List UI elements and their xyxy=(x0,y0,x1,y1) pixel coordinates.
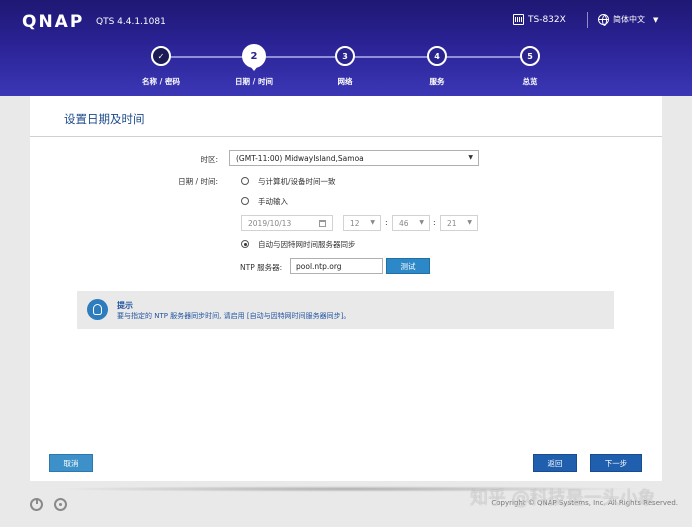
ntp-server-label: NTP 服务器: xyxy=(240,263,283,272)
restart-icon[interactable] xyxy=(54,498,67,511)
top-header: QNAP QTS 4.4.1.1081 TS-832X 简体中文 ▼ ✓ 2 3… xyxy=(0,0,692,96)
title-divider xyxy=(30,136,662,137)
radio-sync-computer[interactable] xyxy=(241,177,249,185)
globe-icon xyxy=(598,14,609,26)
second-value: 21 xyxy=(447,218,457,228)
step-3-circle: 3 xyxy=(335,46,355,66)
step-3-label: 网络 xyxy=(337,77,353,86)
chevron-down-icon: ▼ xyxy=(419,219,424,226)
step-5-circle: 5 xyxy=(520,46,540,66)
chevron-down-icon: ▼ xyxy=(468,154,473,161)
timezone-value: (GMT-11:00) MidwayIsland,Samoa xyxy=(236,153,364,163)
ntp-server-input[interactable]: pool.ntp.org xyxy=(290,258,383,274)
tip-title: 提示 xyxy=(117,301,133,310)
device-model-label: TS-832X xyxy=(528,14,566,25)
tip-text: 要与指定的 NTP 服务器同步时间, 请启用 [自动与因特网时间服务器同步]。 xyxy=(117,312,351,320)
second-select[interactable]: 21 ▼ xyxy=(440,215,478,231)
minute-select[interactable]: 46 ▼ xyxy=(392,215,430,231)
step-1-label: 名称 / 密码 xyxy=(142,77,180,86)
hour-select[interactable]: 12 ▼ xyxy=(343,215,381,231)
device-model: TS-832X xyxy=(513,14,566,25)
watermark: 知乎 @科技是一头小象 xyxy=(470,488,656,509)
chevron-down-icon: ▼ xyxy=(467,219,472,226)
minute-value: 46 xyxy=(399,218,409,228)
radio-manual-label[interactable]: 手动输入 xyxy=(258,196,288,207)
calendar-icon xyxy=(319,220,326,227)
radio-manual[interactable] xyxy=(241,197,249,205)
step-2-label: 日期 / 时间 xyxy=(235,77,273,86)
back-button[interactable]: 返回 xyxy=(533,454,577,472)
step-2-circle: 2 xyxy=(242,44,266,68)
datetime-label: 日期 / 时间: xyxy=(178,177,218,186)
firmware-version: QTS 4.4.1.1081 xyxy=(96,17,166,27)
active-step-pointer xyxy=(250,66,258,71)
chevron-down-icon: ▼ xyxy=(653,15,659,24)
radio-ntp-sync-label[interactable]: 自动与因特网时间服务器同步 xyxy=(258,239,356,250)
test-button[interactable]: 测试 xyxy=(386,258,430,274)
manual-date-value: 2019/10/13 xyxy=(248,218,292,228)
page-title: 设置日期及时间 xyxy=(64,112,145,126)
time-separator: : xyxy=(385,218,388,227)
manual-date-input[interactable]: 2019/10/13 xyxy=(241,215,333,231)
hour-value: 12 xyxy=(350,218,360,228)
cancel-button[interactable]: 取消 xyxy=(49,454,93,472)
timezone-select[interactable]: (GMT-11:00) MidwayIsland,Samoa ▼ xyxy=(229,150,479,166)
next-button[interactable]: 下一步 xyxy=(590,454,642,472)
step-4-circle: 4 xyxy=(427,46,447,66)
step-5-label: 总览 xyxy=(522,77,538,86)
language-label: 简体中文 xyxy=(613,15,645,24)
language-selector[interactable]: 简体中文 ▼ xyxy=(598,14,659,26)
step-1-circle: ✓ xyxy=(151,46,171,66)
tip-box: 提示 要与指定的 NTP 服务器同步时间, 请启用 [自动与因特网时间服务器同步… xyxy=(77,291,614,329)
radio-ntp-sync[interactable] xyxy=(241,240,249,248)
lightbulb-icon xyxy=(87,299,108,320)
time-separator: : xyxy=(433,218,436,227)
header-divider xyxy=(587,12,588,28)
qnap-logo: QNAP xyxy=(22,12,85,32)
nas-device-icon xyxy=(513,14,524,25)
chevron-down-icon: ▼ xyxy=(370,219,375,226)
timezone-label: 时区: xyxy=(200,155,218,164)
step-4-label: 服务 xyxy=(429,77,445,86)
power-icon[interactable] xyxy=(30,498,43,511)
radio-sync-computer-label[interactable]: 与计算机/设备时间一致 xyxy=(258,176,336,187)
